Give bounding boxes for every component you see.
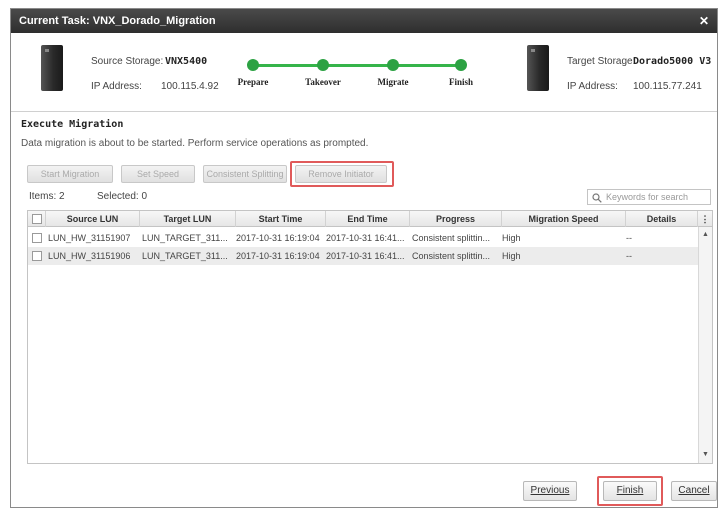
cell-end-time: 2017-10-31 16:41...: [326, 251, 405, 261]
column-end-time[interactable]: End Time: [326, 211, 410, 227]
cell-end-time: 2017-10-31 16:41...: [326, 233, 405, 243]
cell-details[interactable]: --: [626, 247, 686, 265]
target-ip-label: IP Address:: [567, 81, 618, 92]
dialog-title: Current Task: VNX_Dorado_Migration: [11, 9, 717, 33]
column-migration-speed[interactable]: Migration Speed: [502, 211, 626, 227]
table-header: Source LUN Target LUN Start Time End Tim…: [28, 211, 712, 227]
cancel-button[interactable]: Cancel: [671, 481, 717, 501]
column-progress[interactable]: Progress: [410, 211, 502, 227]
close-icon[interactable]: ✕: [697, 14, 711, 28]
migration-table: Source LUN Target LUN Start Time End Tim…: [27, 210, 713, 464]
cell-migration-speed: High: [502, 233, 521, 243]
step-dot-migrate: [387, 59, 399, 71]
scroll-up-icon[interactable]: ▲: [699, 229, 712, 241]
search-icon: [592, 193, 602, 203]
finish-highlight: [597, 476, 663, 506]
remove-initiator-highlight: [290, 161, 394, 187]
cell-start-time: 2017-10-31 16:19:04: [236, 233, 320, 243]
table-row[interactable]: LUN_HW_31151906 LUN_TARGET_311... 2017-1…: [28, 247, 698, 265]
column-target-lun[interactable]: Target LUN: [140, 211, 236, 227]
row-checkbox[interactable]: [32, 251, 42, 261]
cell-source-lun: LUN_HW_31151906: [48, 251, 131, 261]
target-storage-label: Target Storage:: [567, 56, 636, 67]
target-server-icon: [527, 45, 549, 91]
set-speed-button[interactable]: Set Speed: [121, 165, 195, 183]
selected-count-label: Selected: 0: [97, 191, 147, 202]
step-dot-finish: [455, 59, 467, 71]
source-storage-label: Source Storage:: [91, 56, 164, 67]
items-value: 2: [59, 191, 65, 202]
section-title: Execute Migration: [21, 119, 124, 130]
step-label-prepare: Prepare: [237, 77, 269, 87]
step-label-migrate: Migrate: [377, 77, 409, 87]
cell-source-lun: LUN_HW_31151907: [48, 233, 131, 243]
cell-migration-speed: High: [502, 251, 521, 261]
items-label: Items:: [29, 191, 57, 202]
migration-dialog: Current Task: VNX_Dorado_Migration ✕ Sou…: [10, 8, 718, 508]
source-ip-label: IP Address:: [91, 81, 142, 92]
cell-start-time: 2017-10-31 16:19:04: [236, 251, 320, 261]
steps-progress-line: [253, 64, 461, 67]
source-storage-name: VNX5400: [165, 56, 208, 67]
column-settings-icon[interactable]: ⋮: [698, 211, 712, 227]
table-scrollbar[interactable]: ▲ ▼: [698, 227, 712, 463]
table-row[interactable]: LUN_HW_31151907 LUN_TARGET_311... 2017-1…: [28, 229, 698, 247]
cell-target-lun: LUN_TARGET_311...: [142, 251, 228, 261]
header-select-all-cell: [28, 211, 46, 227]
select-all-checkbox[interactable]: [32, 214, 42, 224]
source-server-icon: [41, 45, 63, 91]
target-ip: 100.115.77.241: [633, 81, 702, 92]
column-source-lun[interactable]: Source LUN: [46, 211, 140, 227]
column-details[interactable]: Details: [626, 211, 698, 227]
migration-steps: Prepare Takeover Migrate Finish: [238, 41, 474, 91]
header-divider: [11, 111, 717, 112]
step-dot-prepare: [247, 59, 259, 71]
cell-details[interactable]: --: [626, 229, 686, 247]
step-label-finish: Finish: [448, 77, 474, 87]
step-label-takeover: Takeover: [305, 77, 341, 87]
previous-button[interactable]: Previous: [523, 481, 577, 501]
cell-progress: Consistent splittin...: [412, 233, 491, 243]
items-count-label: Items: 2: [29, 191, 65, 202]
search-input[interactable]: Keywords for search: [587, 189, 711, 205]
consistent-splitting-button[interactable]: Consistent Splitting: [203, 165, 287, 183]
step-dot-takeover: [317, 59, 329, 71]
target-storage-name: Dorado5000 V3: [633, 56, 712, 67]
section-description: Data migration is about to be started. P…: [21, 138, 369, 149]
column-start-time[interactable]: Start Time: [236, 211, 326, 227]
start-migration-button[interactable]: Start Migration: [27, 165, 113, 183]
row-checkbox[interactable]: [32, 233, 42, 243]
scroll-down-icon[interactable]: ▼: [699, 449, 712, 461]
cell-progress: Consistent splittin...: [412, 251, 491, 261]
selected-value: 0: [141, 191, 148, 202]
selected-label: Selected:: [97, 191, 139, 202]
cell-target-lun: LUN_TARGET_311...: [142, 233, 228, 243]
source-ip: 100.115.4.92: [161, 81, 219, 92]
